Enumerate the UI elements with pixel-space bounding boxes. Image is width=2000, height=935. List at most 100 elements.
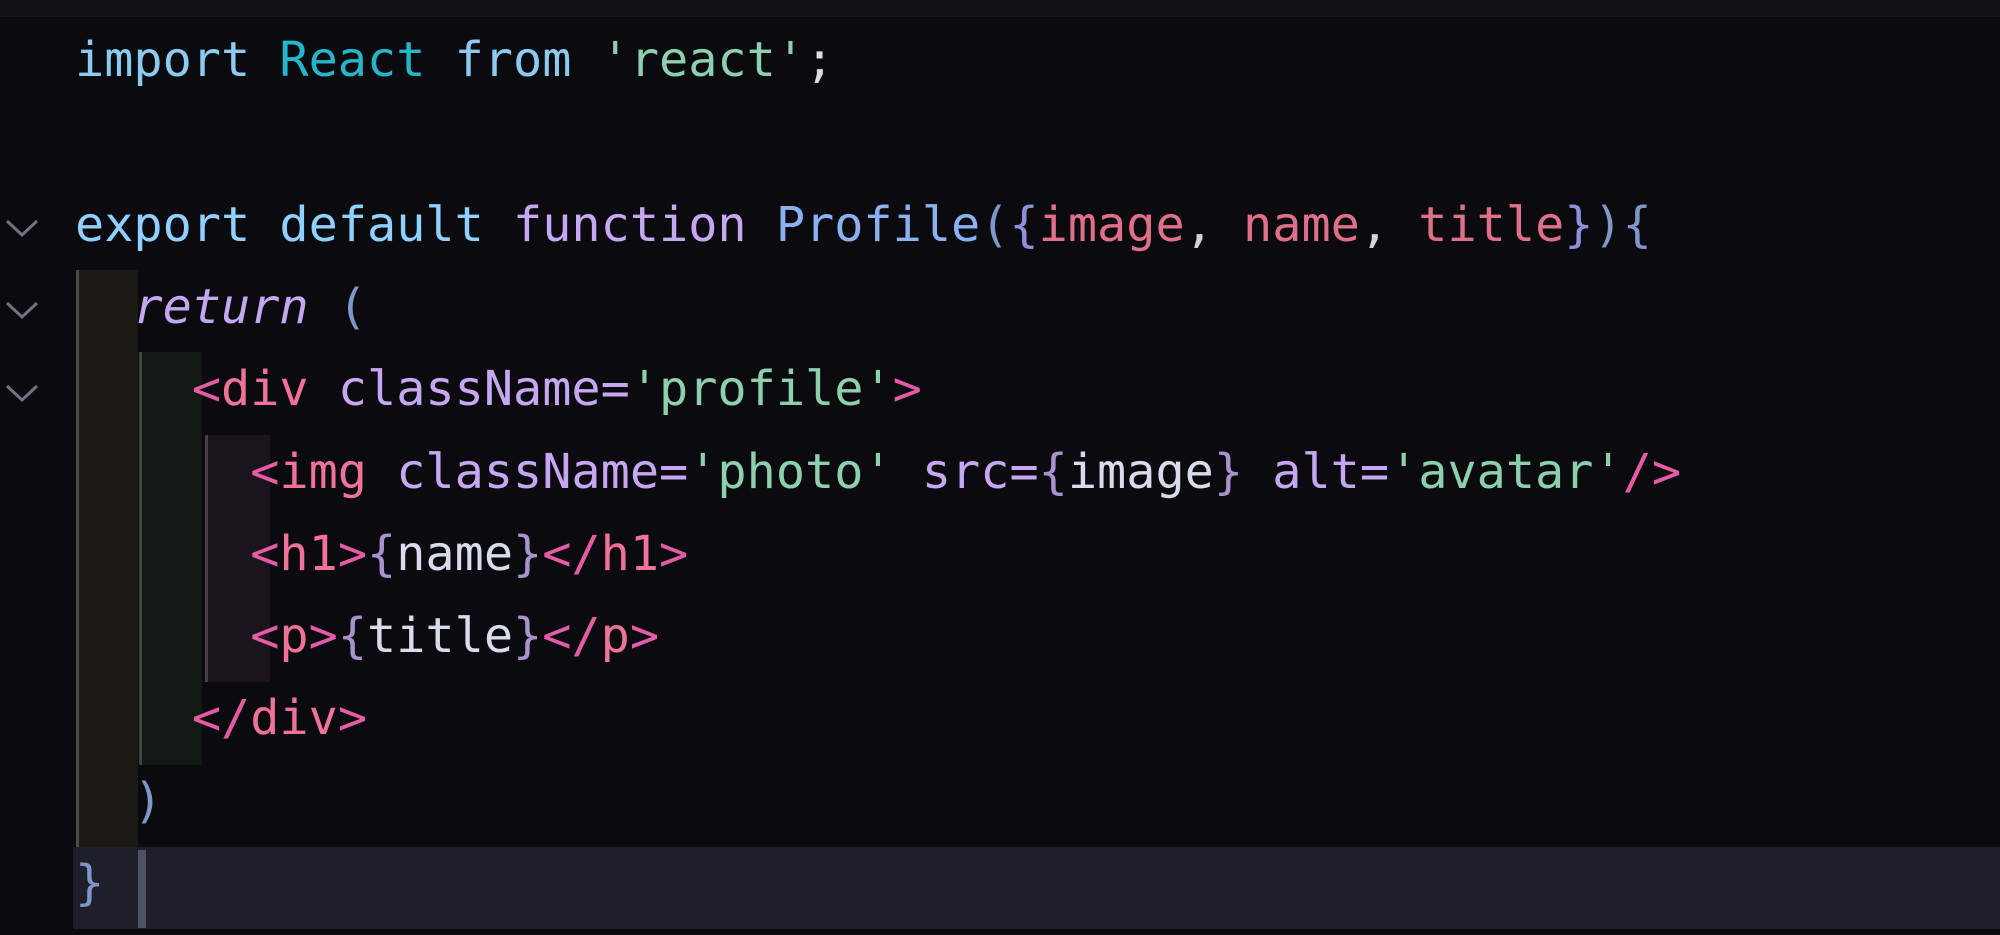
code-token: h1: [600, 525, 660, 582]
code-token: 'photo': [688, 443, 893, 500]
code-token: return: [133, 278, 309, 335]
code-line-7[interactable]: <h1>{name}</h1>: [75, 513, 688, 595]
code-token: p: [600, 608, 630, 665]
code-token: }: [75, 855, 105, 911]
active-line-highlight: [73, 847, 2000, 929]
code-token: =: [1009, 443, 1039, 500]
code-token: ): [133, 772, 163, 829]
code-token: ): [1593, 196, 1623, 253]
chevron-down-icon: [4, 299, 40, 321]
code-line-10[interactable]: ): [75, 760, 163, 842]
code-token: export: [75, 196, 251, 253]
code-token: className: [337, 361, 601, 418]
code-token: {: [1038, 443, 1068, 500]
code-token: p: [279, 608, 309, 665]
code-token: title: [1418, 196, 1565, 253]
code-token: React: [279, 32, 426, 88]
code-token: =: [659, 443, 689, 500]
fold-toggle-line-4[interactable]: [4, 299, 40, 321]
code-token: import: [75, 32, 251, 88]
code-token: >: [629, 608, 660, 665]
code-editor[interactable]: import React from 'react'; export default…: [0, 0, 2000, 935]
code-token: name: [1243, 196, 1360, 253]
code-token: >: [892, 361, 922, 418]
code-line-9[interactable]: </div>: [75, 677, 367, 759]
code-token: div: [250, 690, 338, 747]
code-token: }: [513, 608, 543, 665]
code-token: >: [337, 690, 368, 747]
code-token: name: [396, 525, 514, 582]
fold-toggle-line-3[interactable]: [4, 217, 40, 239]
code-token: image: [1038, 196, 1185, 253]
code-token: Profile: [775, 196, 981, 253]
code-token: {: [1009, 196, 1039, 253]
code-token: ;: [805, 32, 835, 88]
code-token: ,: [1359, 196, 1419, 253]
code-token: 'profile': [629, 361, 893, 418]
code-token: 'avatar': [1389, 443, 1623, 500]
code-line-11[interactable]: }: [75, 842, 104, 924]
text-cursor: [138, 850, 146, 928]
code-token: =: [1359, 443, 1390, 500]
code-line-6[interactable]: <img className='photo' src={image} alt='…: [75, 431, 1681, 513]
fold-toggle-line-5[interactable]: [4, 382, 40, 404]
chevron-down-icon: [4, 382, 40, 404]
code-token: alt: [1272, 443, 1360, 500]
code-token: >: [308, 608, 338, 665]
code-token: }: [1213, 443, 1244, 500]
code-line-8[interactable]: <p>{title}</p>: [75, 595, 659, 677]
code-token: <: [250, 525, 280, 582]
code-token: </: [542, 608, 601, 665]
code-token: </: [542, 525, 601, 582]
code-token: ,: [1184, 196, 1244, 253]
code-line-5[interactable]: <div className='profile'>: [75, 348, 922, 430]
code-token: >: [337, 525, 368, 582]
code-token: function: [513, 196, 747, 253]
code-token: image: [1067, 443, 1214, 500]
code-token: className: [396, 443, 660, 500]
code-line-3[interactable]: export default function Profile({image, …: [75, 184, 1652, 266]
code-token: title: [367, 608, 514, 665]
code-line-4[interactable]: return (: [75, 266, 367, 348]
code-token: {: [367, 525, 397, 582]
code-line-1[interactable]: import React from 'react';: [75, 19, 834, 101]
code-token: (: [980, 196, 1010, 253]
code-token: img: [279, 443, 368, 500]
code-token: 'react': [600, 32, 806, 88]
code-token: (: [337, 278, 368, 335]
code-token: default: [279, 196, 484, 253]
code-token: {: [337, 608, 368, 665]
code-token: =: [600, 361, 630, 418]
code-token: h1: [279, 525, 338, 582]
code-token: />: [1622, 443, 1682, 500]
code-token: >: [659, 525, 689, 582]
code-token: <: [250, 443, 280, 500]
chevron-down-icon: [4, 217, 40, 239]
editor-top-strip: [0, 0, 2000, 17]
code-token: }: [513, 525, 543, 582]
code-token: }: [1564, 196, 1594, 253]
code-token: src: [921, 443, 1010, 500]
code-token: div: [221, 361, 309, 418]
code-token: </: [191, 690, 251, 747]
code-token: from: [454, 32, 572, 88]
code-token: <: [191, 361, 222, 418]
